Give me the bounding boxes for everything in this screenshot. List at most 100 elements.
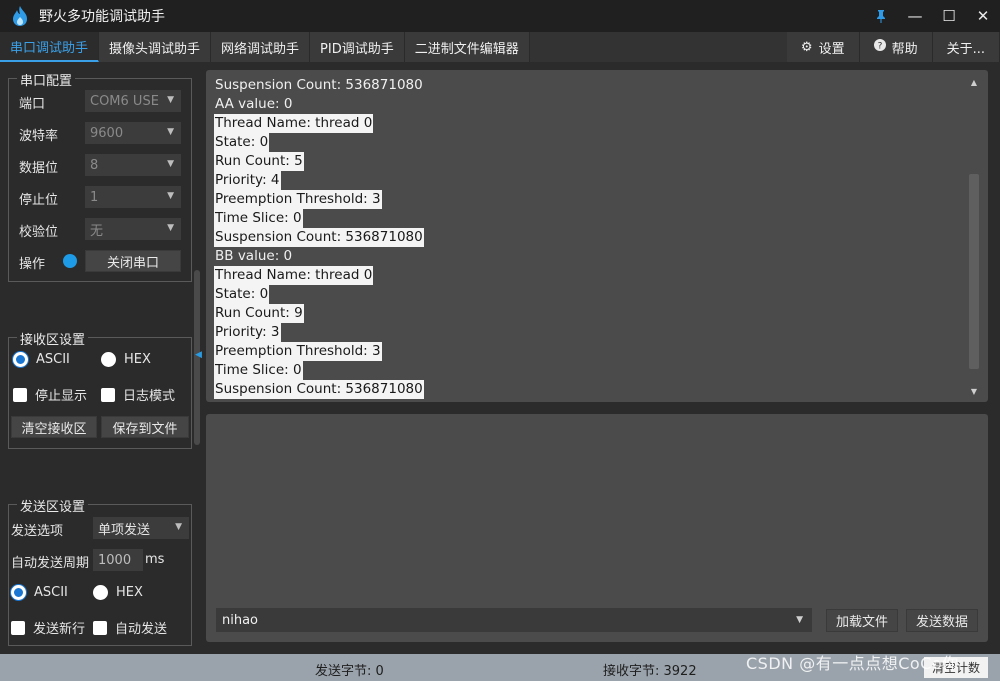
checkbox-icon[interactable] [11,620,25,635]
parity-value: 无 [90,223,104,239]
parity-row: 校验位 [19,221,58,240]
send-hex-label: HEX [116,585,143,600]
clear-receive-button[interactable]: 清空接收区 [11,416,97,438]
period-input[interactable]: 1000 [93,549,143,571]
radio-unselected-icon[interactable] [101,352,116,367]
settings-button[interactable]: ⚙ 设置 [786,32,860,62]
collapse-arrow-icon[interactable]: ◀ [195,350,202,360]
chevron-down-icon: ▼ [167,191,174,201]
baud-row: 波特率 [19,125,58,144]
send-ascii-label: ASCII [34,585,68,600]
receive-line: Run Count: 5 [214,152,424,171]
send-input[interactable]: nihao ▼ [216,608,812,632]
checkbox-icon[interactable] [13,387,27,402]
send-option-label: 发送选项 [11,524,64,539]
about-button[interactable]: 关于... [932,32,1000,62]
port-status-indicator [63,254,77,268]
receive-line: AA value: 0 [214,95,424,114]
stop-bits-row: 停止位 [19,189,58,208]
data-bits-select[interactable]: 8 ▼ [85,154,181,176]
scroll-down-icon[interactable]: ▼ [968,387,980,396]
parity-select[interactable]: 无 ▼ [85,218,181,240]
send-settings-title: 发送区设置 [17,496,89,515]
title-bar: 野火多功能调试助手 — ☐ ✕ [0,0,1000,32]
maximize-button[interactable]: ☐ [932,0,966,32]
radio-unselected-icon[interactable] [93,585,108,600]
tab-network[interactable]: 网络调试助手 [211,32,311,62]
serial-config-group: 串口配置 端口 COM6 USE ▼ 波特率 9600 ▼ 数据位 8 ▼ 停止… [8,70,192,282]
receive-line: Priority: 4 [214,171,424,190]
tab-serial[interactable]: 串口调试助手 [0,32,100,62]
receive-line-text: Suspension Count: 536871080 [215,77,423,93]
radio-selected-icon[interactable] [11,585,26,600]
save-to-file-button[interactable]: 保存到文件 [101,416,189,438]
receive-line-text: Priority: 4 [214,171,281,190]
help-button[interactable]: ? 帮助 [859,32,933,62]
period-unit: ms [145,552,165,567]
data-bits-row: 数据位 [19,157,58,176]
chevron-down-icon: ▼ [167,127,174,137]
minimize-button[interactable]: — [898,0,932,32]
chevron-down-icon: ▼ [167,159,174,169]
receive-line: Thread Name: thread 0 [214,266,424,285]
recv-ascii-option[interactable]: ASCII [13,352,70,367]
load-file-button[interactable]: 加载文件 [826,609,898,632]
baud-label: 波特率 [19,129,59,144]
tab-binary-editor[interactable]: 二进制文件编辑器 [404,32,530,62]
data-bits-value: 8 [90,157,99,173]
auto-send-option[interactable]: 自动发送 [93,618,167,637]
send-hex-option[interactable]: HEX [93,585,143,600]
port-value: COM6 USE [90,93,159,109]
scroll-thumb[interactable] [969,174,979,369]
receive-line: State: 0 [214,133,424,152]
pin-icon[interactable] [864,0,898,32]
left-panel: 串口配置 端口 COM6 USE ▼ 波特率 9600 ▼ 数据位 8 ▼ 停止… [0,62,204,654]
receive-line-text: Time Slice: 0 [214,209,303,228]
send-area[interactable]: nihao ▼ 加载文件 发送数据 [206,414,988,642]
receive-line-text: BB value: 0 [215,248,293,264]
recv-hex-option[interactable]: HEX [101,352,151,367]
watermark: CSDN @有一点点想CoCo你 [746,654,959,673]
chevron-down-icon[interactable]: ▼ [796,615,803,625]
close-port-button[interactable]: 关闭串口 [85,250,181,272]
receive-text: Suspension Count: 536871080 AA value: 0 Th… [214,76,424,399]
send-ascii-option[interactable]: ASCII [11,585,68,600]
stop-display-option[interactable]: 停止显示 [13,385,87,404]
receive-line: Preemption Threshold: 3 [214,342,424,361]
receive-line: Preemption Threshold: 3 [214,190,424,209]
checkbox-icon[interactable] [101,387,115,402]
help-icon: ? [873,39,886,55]
checkbox-icon[interactable] [93,620,107,635]
stop-bits-label: 停止位 [19,193,59,208]
receive-scrollbar[interactable]: ▲ ▼ [968,76,980,398]
tab-pid[interactable]: PID调试助手 [310,32,405,62]
stop-bits-select[interactable]: 1 ▼ [85,186,181,208]
app-title: 野火多功能调试助手 [39,9,165,25]
receive-line-text: Thread Name: thread 0 [214,114,374,133]
log-mode-option[interactable]: 日志模式 [101,385,175,404]
tab-camera[interactable]: 摄像头调试助手 [99,32,212,62]
receive-area[interactable]: Suspension Count: 536871080 AA value: 0 Th… [206,70,988,402]
received-bytes: 接收字节: 3922 [603,664,697,679]
receive-line-text: Priority: 3 [214,323,281,342]
recv-hex-label: HEX [124,352,151,367]
port-select[interactable]: COM6 USE ▼ [85,90,181,112]
send-data-button[interactable]: 发送数据 [906,609,978,632]
receive-line-text: State: 0 [214,133,270,152]
port-label: 端口 [19,97,46,112]
auto-send-label: 自动发送 [115,622,168,637]
receive-line: Time Slice: 0 [214,361,424,380]
send-newline-option[interactable]: 发送新行 [11,618,85,637]
receive-line-text: AA value: 0 [215,96,293,112]
scroll-up-icon[interactable]: ▲ [968,78,980,87]
operation-label: 操作 [19,257,46,272]
send-option-row: 发送选项 [11,520,63,539]
receive-line-text: Suspension Count: 536871080 [214,228,424,247]
radio-selected-icon[interactable] [13,352,28,367]
baud-select[interactable]: 9600 ▼ [85,122,181,144]
receive-line-text: Preemption Threshold: 3 [214,190,382,209]
close-button[interactable]: ✕ [966,0,1000,32]
receive-line: Suspension Count: 536871080 [214,228,424,247]
send-option-select[interactable]: 单项发送 ▼ [93,517,189,539]
receive-line-text: Time Slice: 0 [214,361,303,380]
